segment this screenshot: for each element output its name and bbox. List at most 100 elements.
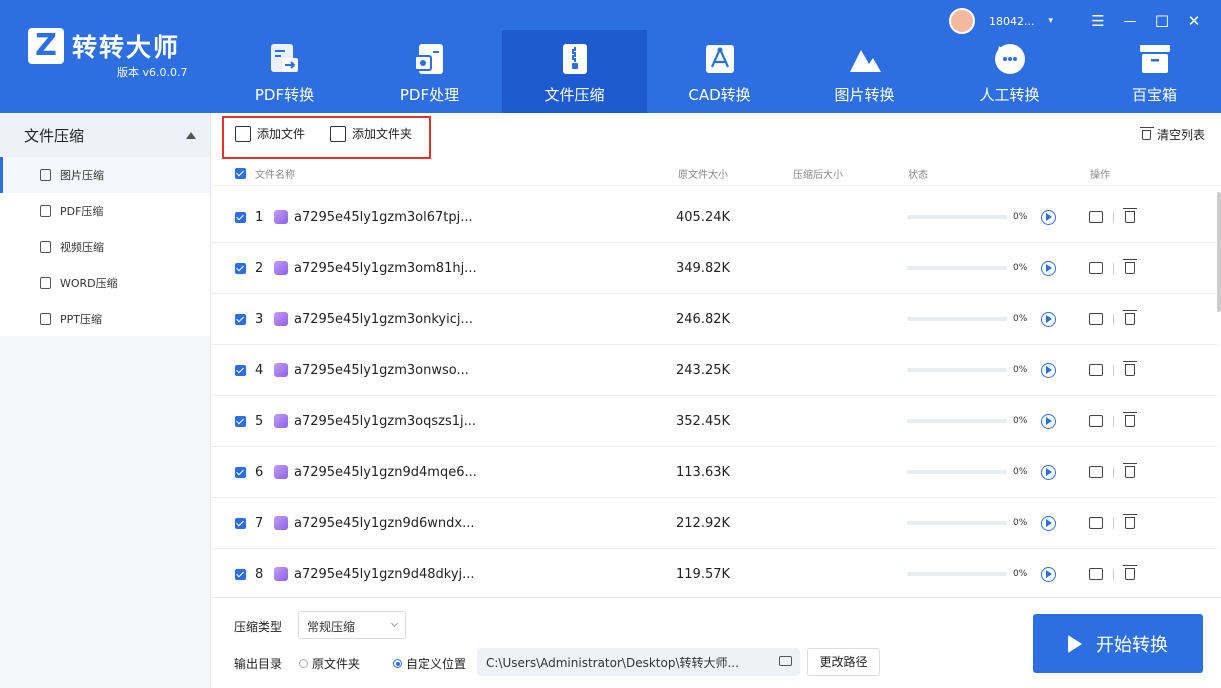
divider — [1113, 568, 1114, 580]
radio-original-folder[interactable]: 原文件夹 — [299, 655, 360, 672]
add-folder-button[interactable]: 添加文件夹 — [330, 125, 412, 142]
add-file-button[interactable]: 添加文件 — [235, 125, 305, 142]
sidebar: 文件压缩 图片压缩 PDF压缩 视频压缩 WORD压缩 PPT压缩 — [0, 113, 211, 688]
progress-percent: 0% — [1013, 365, 1028, 375]
select-all-checkbox[interactable] — [235, 168, 246, 179]
row-checkbox[interactable] — [235, 415, 246, 427]
row-index: 2 — [255, 260, 264, 276]
nav-cad-convert[interactable]: CAD转换 — [647, 30, 792, 113]
menu-icon[interactable]: ☰ — [1089, 12, 1107, 30]
account-dropdown-icon[interactable]: ▾ — [1048, 16, 1053, 26]
nav-pdf-convert[interactable]: PDF转换 — [212, 30, 357, 113]
open-folder-icon[interactable] — [1089, 517, 1103, 529]
collapse-arrow-icon[interactable] — [186, 131, 196, 139]
app-version: 版本 v6.0.0.7 — [117, 66, 188, 79]
open-folder-icon[interactable] — [1089, 466, 1103, 478]
clear-list-button[interactable]: 清空列表 — [1139, 126, 1205, 143]
open-folder-icon[interactable] — [1089, 313, 1103, 325]
image-convert-icon — [848, 42, 882, 76]
nav-file-compress[interactable]: 文件压缩 — [502, 30, 647, 113]
row-checkbox[interactable] — [235, 364, 246, 376]
sidebar-item-video-compress[interactable]: 视频压缩 — [0, 229, 210, 265]
app-title: 转转大师 — [72, 33, 181, 62]
nav-toolbox[interactable]: 百宝箱 — [1082, 30, 1221, 113]
sidebar-item-word-compress[interactable]: WORD压缩 — [0, 265, 210, 301]
delete-icon[interactable] — [1123, 361, 1137, 376]
scrollbar[interactable] — [1217, 192, 1221, 312]
play-icon[interactable] — [1041, 260, 1056, 276]
play-icon[interactable] — [1041, 413, 1056, 429]
row-checkbox[interactable] — [235, 211, 246, 223]
col-compressed-size: 压缩后大小 — [793, 170, 843, 181]
open-folder-icon[interactable] — [1089, 364, 1103, 376]
output-path: C:\Users\Administrator\Desktop\转转大师... — [486, 656, 739, 670]
radio-custom-location[interactable]: 自定义位置 — [393, 655, 466, 672]
table-row: 1 a7295e45ly1gzm3ol67tpj... 405.24K 0% — [212, 192, 1217, 243]
sidebar-item-pdf-compress[interactable]: PDF压缩 — [0, 193, 210, 229]
file-size: 243.25K — [676, 362, 731, 378]
play-icon[interactable] — [1041, 515, 1056, 531]
delete-icon[interactable] — [1123, 412, 1137, 427]
row-checkbox[interactable] — [235, 517, 246, 529]
close-icon[interactable]: ✕ — [1185, 12, 1203, 30]
delete-icon[interactable] — [1123, 310, 1137, 325]
progress-bar — [907, 419, 1007, 423]
trash-icon — [1139, 126, 1154, 140]
nav-label: 文件压缩 — [544, 86, 605, 104]
open-folder-icon[interactable] — [1089, 211, 1103, 223]
row-index: 1 — [255, 209, 264, 225]
nav-manual-convert[interactable]: 人工转换 — [937, 30, 1082, 113]
file-name: a7295e45ly1gzn9d4mqe6... — [294, 464, 477, 480]
sidebar-header[interactable]: 文件压缩 — [0, 113, 210, 157]
add-file-icon — [235, 125, 251, 142]
sidebar-item-label: 图片压缩 — [60, 169, 104, 182]
compress-type-select[interactable]: 常规压缩 — [298, 611, 406, 639]
delete-icon[interactable] — [1123, 259, 1137, 274]
divider — [1113, 415, 1114, 427]
delete-icon[interactable] — [1123, 514, 1137, 529]
row-checkbox[interactable] — [235, 262, 246, 274]
row-checkbox[interactable] — [235, 466, 246, 478]
delete-icon[interactable] — [1123, 565, 1137, 580]
delete-icon[interactable] — [1123, 208, 1137, 223]
progress-bar — [907, 470, 1007, 474]
sidebar-item-image-compress[interactable]: 图片压缩 — [0, 157, 210, 193]
col-actions: 操作 — [1090, 170, 1110, 181]
play-icon[interactable] — [1041, 464, 1056, 480]
progress-bar — [907, 572, 1007, 576]
username[interactable]: 18042... — [989, 15, 1034, 28]
progress-percent: 0% — [1013, 569, 1028, 579]
open-folder-icon[interactable] — [1089, 568, 1103, 580]
divider — [1113, 466, 1114, 478]
minimize-icon[interactable]: — — [1121, 12, 1139, 30]
nav-label: 图片转换 — [834, 86, 895, 104]
row-checkbox[interactable] — [235, 568, 246, 580]
play-icon[interactable] — [1041, 566, 1056, 582]
play-icon[interactable] — [1041, 209, 1056, 225]
delete-icon[interactable] — [1123, 463, 1137, 478]
browse-folder-icon[interactable] — [779, 656, 792, 666]
play-icon[interactable] — [1041, 362, 1056, 378]
logo-mark-icon: Z — [28, 28, 64, 64]
open-folder-icon[interactable] — [1089, 415, 1103, 427]
image-icon — [40, 169, 51, 181]
progress-bar — [907, 521, 1007, 525]
progress-percent: 0% — [1013, 314, 1028, 324]
main-panel: 添加文件 添加文件夹 清空列表 文件名称 原文件大小 压缩后大小 状态 操作 1… — [212, 113, 1221, 688]
nav-image-convert[interactable]: 图片转换 — [792, 30, 937, 113]
toolbox-icon — [1138, 42, 1172, 76]
row-checkbox[interactable] — [235, 313, 246, 325]
change-path-button[interactable]: 更改路径 — [807, 648, 880, 676]
start-convert-button[interactable]: 开始转换 — [1033, 614, 1203, 673]
maximize-icon[interactable]: ☐ — [1153, 12, 1171, 31]
play-icon[interactable] — [1041, 311, 1056, 327]
output-path-field[interactable]: C:\Users\Administrator\Desktop\转转大师... — [477, 648, 800, 676]
open-folder-icon[interactable] — [1089, 262, 1103, 274]
sidebar-item-ppt-compress[interactable]: PPT压缩 — [0, 301, 210, 337]
nav-pdf-process[interactable]: PDF处理 — [357, 30, 502, 113]
sidebar-empty-area — [0, 336, 210, 688]
file-size: 405.24K — [676, 209, 731, 225]
table-row: 5 a7295e45ly1gzm3oqszs1j... 352.45K 0% — [212, 396, 1217, 447]
table-row: 4 a7295e45ly1gzm3onwso... 243.25K 0% — [212, 345, 1217, 396]
row-index: 3 — [255, 311, 264, 327]
